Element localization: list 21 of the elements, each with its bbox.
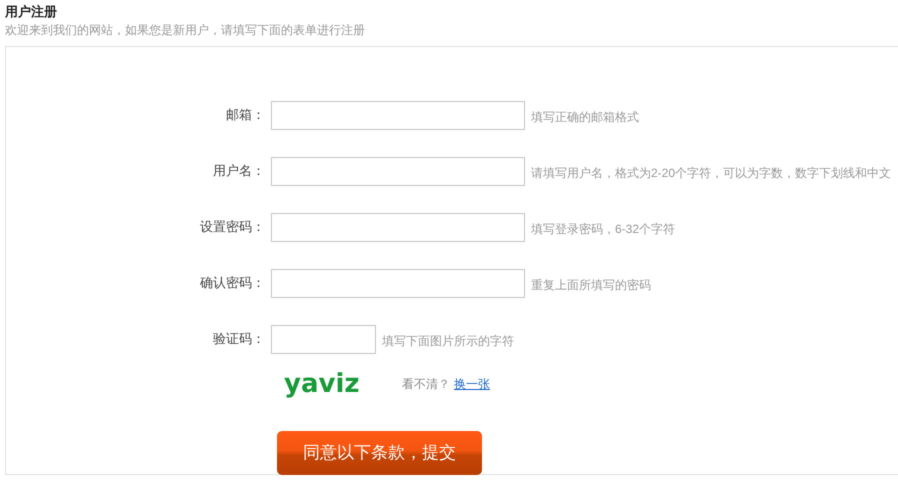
field-label: 用户名： bbox=[212, 162, 266, 180]
captcha-field[interactable] bbox=[271, 324, 376, 354]
field-hint: 填写正确的邮箱格式 bbox=[531, 109, 639, 126]
submit-button[interactable]: 同意以下条款，提交 bbox=[277, 431, 482, 475]
field-hint: 填写登录密码，6-32个字符 bbox=[531, 221, 676, 238]
field-label: 验证码： bbox=[212, 330, 266, 348]
field-hint: 填写下面图片所示的字符 bbox=[382, 333, 514, 350]
input-field[interactable] bbox=[271, 268, 525, 298]
page-subtitle: 欢迎来到我们的网站，如果您是新用户，请填写下面的表单进行注册 bbox=[5, 22, 366, 38]
input-field[interactable] bbox=[271, 100, 525, 130]
field-hint: 请填写用户名，格式为2-20个字符，可以为字数，数字下划线和中文 bbox=[531, 165, 892, 182]
input-field[interactable] bbox=[271, 212, 525, 242]
input-field[interactable] bbox=[271, 156, 525, 186]
field-hint: 重复上面所填写的密码 bbox=[531, 277, 651, 294]
field-label: 确认密码： bbox=[199, 274, 266, 292]
field-label: 邮箱： bbox=[225, 106, 266, 124]
refresh-captcha-link[interactable]: 换一张 bbox=[454, 375, 490, 393]
captcha-image: yaviz bbox=[283, 368, 360, 401]
captcha-question: 看不清？ bbox=[402, 376, 450, 393]
page-title: 用户注册 bbox=[5, 4, 58, 20]
field-label: 设置密码： bbox=[199, 218, 266, 236]
